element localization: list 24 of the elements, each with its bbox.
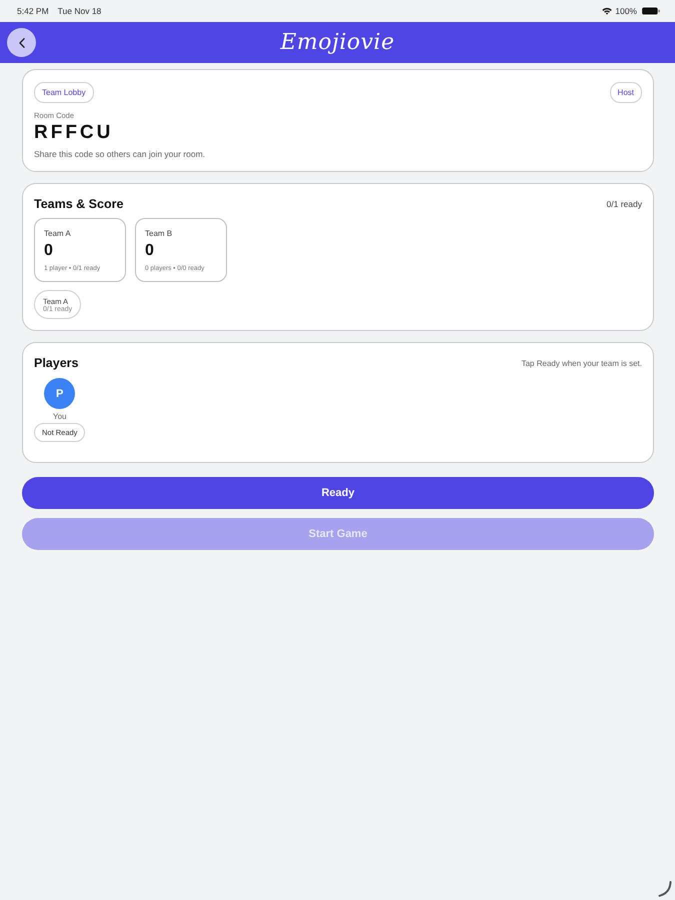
team-score: 0	[145, 242, 155, 260]
team-score: 0	[44, 242, 54, 260]
teams-title: Teams & Score	[34, 197, 124, 211]
player-name: You	[52, 412, 66, 421]
share-hint: Share this code so others can join your room.	[34, 149, 206, 159]
players-hint: Tap Ready when your team is set.	[521, 358, 642, 368]
back-button[interactable]	[7, 28, 36, 57]
status-date: Tue Nov 18	[58, 6, 102, 16]
battery-icon	[642, 7, 660, 15]
app-title: Emojiovie	[280, 30, 395, 55]
wifi-icon	[602, 7, 612, 15]
chevron-left-icon	[18, 38, 24, 48]
status-time: 5:42 PM	[17, 6, 49, 16]
team-name: Team A	[44, 229, 72, 238]
room-code: RFFCU	[34, 122, 114, 144]
action-button[interactable]: Ready	[22, 477, 654, 509]
ready-count: 0/1 ready	[606, 199, 642, 209]
team-name: Team B	[145, 229, 174, 238]
players-title: Players	[34, 356, 78, 370]
corner-arc-icon	[658, 881, 672, 897]
player-avatar: P	[44, 378, 76, 409]
lobby-tag: Team Lobby	[34, 82, 94, 103]
host-badge: Host	[610, 82, 642, 103]
battery-percent: 100%	[615, 6, 637, 16]
